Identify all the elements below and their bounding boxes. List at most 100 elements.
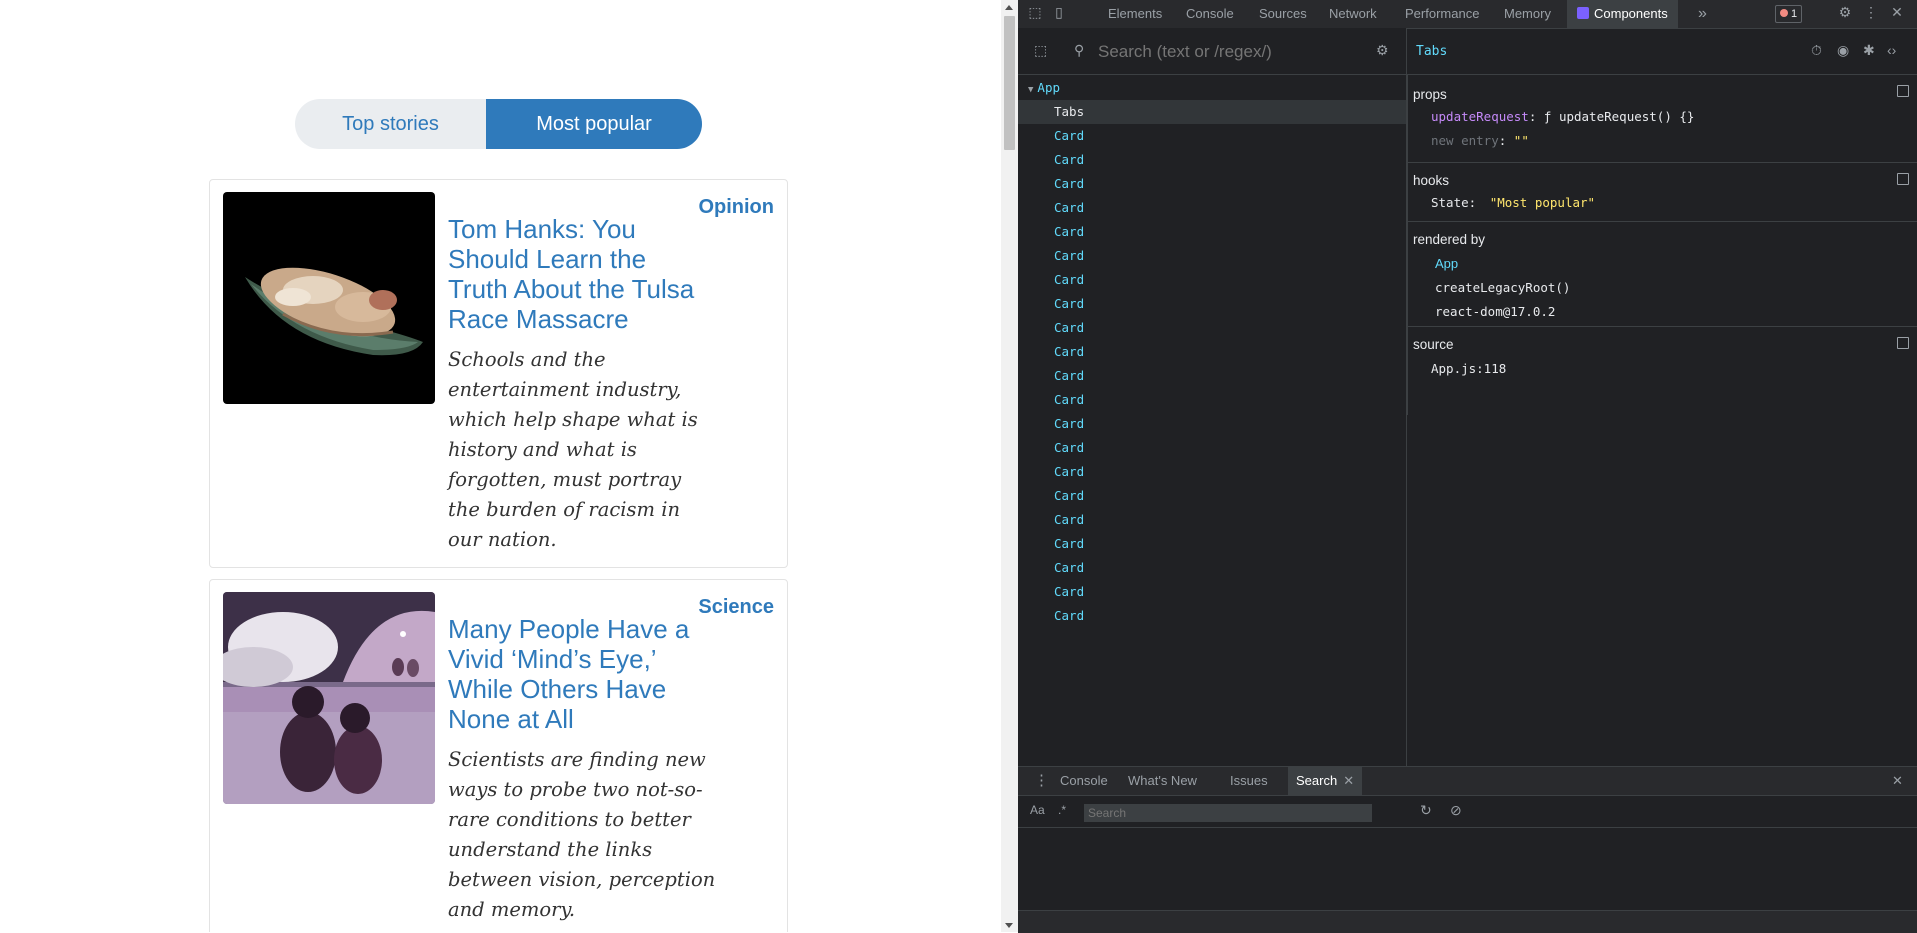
rendered-by-renderer: react-dom@17.0.2 xyxy=(1435,304,1556,319)
kebab-menu-icon[interactable]: ⋮ xyxy=(1862,4,1880,22)
tree-node-card[interactable]: Card xyxy=(1018,196,1406,220)
close-tab-icon[interactable]: ✕ xyxy=(1343,773,1354,788)
tree-node-card[interactable]: Card xyxy=(1018,460,1406,484)
story-summary: Schools and the entertainment industry, … xyxy=(448,348,698,551)
drawer-tab-issues[interactable]: Issues xyxy=(1230,767,1268,795)
tree-node-card[interactable]: Card xyxy=(1018,484,1406,508)
component-tree-pane: ⬚ ⚲ ⚙ ▼App TabsCardCardCardCardCardCardC… xyxy=(1018,28,1407,766)
rendered-by-section: rendered by App createLegacyRoot() react… xyxy=(1407,222,1917,327)
error-count-badge[interactable]: 1 xyxy=(1775,5,1803,23)
tree-node-card[interactable]: Card xyxy=(1018,436,1406,460)
source-location[interactable]: App.js:118 xyxy=(1431,361,1506,376)
tree-node-card[interactable]: Card xyxy=(1018,316,1406,340)
more-tabs-icon[interactable]: » xyxy=(1698,0,1707,28)
settings-gear-icon[interactable]: ⚙ xyxy=(1836,4,1854,22)
error-count: 1 xyxy=(1791,8,1798,20)
copy-icon[interactable] xyxy=(1897,85,1909,97)
expand-arrow-icon[interactable]: ▼ xyxy=(1028,85,1033,95)
tree-node-card[interactable]: Card xyxy=(1018,364,1406,388)
new-entry-label: new entry xyxy=(1431,133,1499,148)
eye-icon[interactable]: ◉ xyxy=(1837,42,1849,59)
close-devtools-icon[interactable]: ✕ xyxy=(1888,4,1906,22)
bug-icon[interactable]: ✱ xyxy=(1863,42,1875,59)
prop-row[interactable]: updateRequest: ƒ updateRequest() {} xyxy=(1431,109,1694,124)
component-search-input[interactable] xyxy=(1096,42,1360,62)
tree-node-card[interactable]: Card xyxy=(1018,532,1406,556)
tab-console[interactable]: Console xyxy=(1186,0,1234,28)
tree-node-card[interactable]: Card xyxy=(1018,508,1406,532)
story-title[interactable]: Many People Have a Vivid ‘Mind’s Eye,’ W… xyxy=(448,614,710,734)
drawer-tab-console[interactable]: Console xyxy=(1060,767,1108,795)
tab-elements[interactable]: Elements xyxy=(1108,0,1162,28)
scrollbar-thumb[interactable] xyxy=(1004,16,1015,150)
close-drawer-icon[interactable]: ✕ xyxy=(1892,767,1903,795)
tree-node-tabs[interactable]: Tabs xyxy=(1018,100,1406,124)
drawer-tab-search[interactable]: Search ✕ xyxy=(1288,767,1363,795)
clear-icon[interactable]: ⊘ xyxy=(1450,802,1462,819)
scroll-down-arrow-icon[interactable] xyxy=(1005,923,1013,928)
tree-node-card[interactable]: Card xyxy=(1018,268,1406,292)
drawer-tabs: ⋮ Console What's New Issues Search ✕ ✕ xyxy=(1018,767,1917,796)
hooks-section: hooks State: "Most popular" xyxy=(1407,163,1917,222)
story-title[interactable]: Tom Hanks: You Should Learn the Truth Ab… xyxy=(448,214,710,334)
tree-node-card[interactable]: Card xyxy=(1018,172,1406,196)
tab-top-stories[interactable]: Top stories xyxy=(295,99,486,149)
tree-node-card[interactable]: Card xyxy=(1018,412,1406,436)
drawer-menu-icon[interactable]: ⋮ xyxy=(1034,767,1049,795)
device-toolbar-icon[interactable]: ▯ xyxy=(1050,4,1068,22)
devtools-panel: ⬚ ▯ Elements Console Sources Network Per… xyxy=(1018,0,1917,933)
story-image[interactable] xyxy=(223,192,435,404)
page-scrollbar[interactable] xyxy=(1001,0,1018,932)
tree-node-card[interactable]: Card xyxy=(1018,388,1406,412)
tree-node-card[interactable]: Card xyxy=(1018,292,1406,316)
devtools-toolbar: ⬚ ▯ Elements Console Sources Network Per… xyxy=(1018,0,1917,29)
props-section: props updateRequest: ƒ updateRequest() {… xyxy=(1407,75,1917,163)
hook-key: State: xyxy=(1431,195,1477,210)
tree-node-card[interactable]: Card xyxy=(1018,124,1406,148)
tree-node-card[interactable]: Card xyxy=(1018,580,1406,604)
tab-performance[interactable]: Performance xyxy=(1405,0,1479,28)
view-source-icon[interactable]: ‹› xyxy=(1887,42,1896,58)
error-icon xyxy=(1780,9,1788,17)
story-card[interactable]: Science Many People Have a Vivid ‘Mind’s… xyxy=(209,579,788,932)
new-entry-row[interactable]: new entry: "" xyxy=(1431,133,1529,148)
bottom-drawer: ⋮ Console What's New Issues Search ✕ ✕ Aa… xyxy=(1018,766,1917,933)
tab-memory[interactable]: Memory xyxy=(1504,0,1551,28)
story-card[interactable]: Opinion Tom Hanks: You Should Learn the … xyxy=(209,179,788,568)
drawer-status-bar xyxy=(1018,910,1917,933)
hooks-label: hooks xyxy=(1413,173,1450,188)
tree-node-card[interactable]: Card xyxy=(1018,244,1406,268)
props-label: props xyxy=(1413,87,1447,102)
regex-toggle[interactable]: .* xyxy=(1058,803,1066,817)
tab-most-popular[interactable]: Most popular xyxy=(486,99,702,149)
select-element-icon[interactable]: ⬚ xyxy=(1034,42,1047,59)
tree-node-card[interactable]: Card xyxy=(1018,604,1406,628)
settings-gear-icon[interactable]: ⚙ xyxy=(1376,42,1389,59)
match-case-toggle[interactable]: Aa xyxy=(1030,803,1045,817)
tab-network[interactable]: Network xyxy=(1329,0,1377,28)
tree-node-card[interactable]: Card xyxy=(1018,556,1406,580)
hook-value: "Most popular" xyxy=(1489,195,1596,210)
tab-components-label: Components xyxy=(1594,6,1668,21)
tree-node-card[interactable]: Card xyxy=(1018,220,1406,244)
new-entry-value: "" xyxy=(1513,133,1529,148)
tree-node-app[interactable]: ▼ App xyxy=(1018,76,1406,100)
drawer-search-input[interactable] xyxy=(1084,804,1372,822)
hook-row[interactable]: State: "Most popular" xyxy=(1431,195,1595,210)
story-tabs: Top stories Most popular xyxy=(295,99,702,149)
tab-components[interactable]: Components xyxy=(1567,0,1678,28)
tree-node-card[interactable]: Card xyxy=(1018,148,1406,172)
search-icon: ⚲ xyxy=(1074,42,1085,58)
drawer-tab-whats-new[interactable]: What's New xyxy=(1128,767,1197,795)
copy-icon[interactable] xyxy=(1897,173,1909,185)
stopwatch-icon[interactable]: ⏱ xyxy=(1811,42,1822,59)
rendered-by-app-link[interactable]: App xyxy=(1435,256,1458,271)
inspect-element-icon[interactable]: ⬚ xyxy=(1026,4,1044,22)
story-image[interactable] xyxy=(223,592,435,804)
refresh-icon[interactable]: ↻ xyxy=(1420,802,1432,819)
scroll-up-arrow-icon[interactable] xyxy=(1005,5,1013,10)
tree-node-card[interactable]: Card xyxy=(1018,340,1406,364)
tab-sources[interactable]: Sources xyxy=(1259,0,1307,28)
copy-icon[interactable] xyxy=(1897,337,1909,349)
component-search-bar: ⬚ ⚲ ⚙ xyxy=(1018,28,1406,75)
